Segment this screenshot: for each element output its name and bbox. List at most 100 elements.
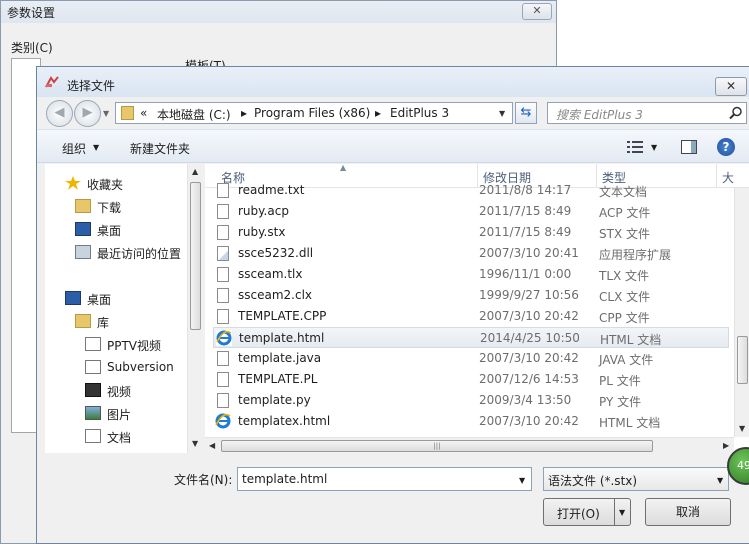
file-icon	[217, 183, 229, 198]
file-type: HTML 文档	[599, 416, 661, 430]
search-icon[interactable]	[729, 106, 743, 120]
file-modified: 2007/3/10 20:42	[479, 351, 579, 365]
ie-icon	[216, 330, 232, 346]
file-modified: 1996/11/1 0:00	[479, 267, 572, 281]
file-row[interactable]: TEMPLATE.PL 2007/12/6 14:53 PL 文件	[213, 369, 729, 390]
library-icon	[75, 314, 91, 328]
file-type: CLX 文件	[599, 290, 651, 304]
file-modified: 2007/3/10 20:42	[479, 414, 579, 428]
open-button-label: 打开(O)	[557, 507, 600, 521]
new-folder-button[interactable]: 新建文件夹	[130, 140, 190, 157]
file-row[interactable]: TEMPLATE.CPP 2007/3/10 20:42 CPP 文件	[213, 306, 729, 327]
preview-pane-icon[interactable]	[681, 140, 697, 154]
cancel-button[interactable]: 取消	[645, 498, 731, 526]
file-icon	[217, 372, 229, 387]
file-type: CPP 文件	[599, 311, 650, 325]
recent-locations-dropdown[interactable]: ▼	[103, 109, 109, 118]
arrow-left-icon: ◀	[54, 105, 65, 120]
file-name: ruby.acp	[238, 204, 289, 218]
file-type: PY 文件	[599, 395, 642, 409]
folder-icon	[121, 106, 134, 120]
help-button[interactable]: ?	[717, 138, 735, 156]
ie-icon	[215, 413, 231, 429]
scroll-left-icon[interactable]: ◀	[209, 441, 215, 450]
scroll-right-icon[interactable]: ▶	[723, 441, 729, 450]
address-separator[interactable]: ▸	[375, 106, 381, 120]
address-segment-drive[interactable]: 本地磁盘 (C:)	[157, 106, 231, 123]
file-icon	[217, 267, 229, 282]
file-name: template.py	[238, 393, 311, 407]
filename-input[interactable]: template.html ▼	[237, 467, 532, 491]
recent-places-icon	[75, 245, 91, 259]
organize-button[interactable]: 组织	[62, 140, 86, 157]
navigation-pane: 收藏夹 下载 桌面 最近访问的位置 桌面 库 PPTV视频 Subversion…	[45, 164, 203, 453]
nav-item-label: 视频	[107, 385, 132, 399]
file-row[interactable]: readme.txt 2011/8/8 14:17 文本文档	[213, 180, 729, 201]
open-button[interactable]: 打开(O) ▼	[543, 498, 631, 526]
file-type: PL 文件	[599, 374, 641, 388]
document-icon	[85, 337, 101, 351]
search-input[interactable]: 搜索 EditPlus 3	[547, 102, 747, 124]
file-row[interactable]: ssce5232.dll 2007/3/10 20:41 应用程序扩展	[213, 243, 729, 264]
background-close-button[interactable]: ✕	[522, 3, 552, 20]
filetype-select[interactable]: 语法文件 (*.stx) ▼	[543, 467, 729, 491]
file-modified: 2011/8/8 14:17	[479, 183, 572, 197]
scroll-thumb[interactable]	[737, 336, 748, 384]
file-row[interactable]: templatex.html 2007/3/10 20:42 HTML 文档	[213, 411, 729, 432]
scroll-thumb[interactable]: |||	[221, 440, 653, 452]
navigation-pane-scrollbar[interactable]: ▲ ▼	[187, 164, 203, 453]
search-placeholder: 搜索 EditPlus 3	[556, 108, 643, 122]
file-name: readme.txt	[238, 183, 305, 197]
filetype-dropdown-icon[interactable]: ▼	[717, 476, 723, 485]
dialog-title: 选择文件	[67, 79, 116, 93]
scroll-thumb[interactable]	[190, 182, 201, 330]
scroll-up-icon[interactable]: ▲	[192, 167, 198, 176]
refresh-button[interactable]: ⇆	[515, 102, 537, 124]
dialog-close-button[interactable]: ✕	[715, 77, 747, 96]
file-icon	[217, 225, 229, 240]
back-button[interactable]: ◀	[46, 100, 73, 127]
file-row[interactable]: template.py 2009/3/4 13:50 PY 文件	[213, 390, 729, 411]
picture-icon	[85, 406, 101, 420]
filename-label: 文件名(N):	[174, 473, 233, 487]
address-bar[interactable]: « 本地磁盘 (C:) ▸ Program Files (x86) ▸ Edit…	[115, 102, 513, 124]
nav-item-label: 文档	[107, 431, 132, 445]
view-options-icon[interactable]	[627, 141, 643, 153]
file-row[interactable]: ssceam.tlx 1996/11/1 0:00 TLX 文件	[213, 264, 729, 285]
scroll-down-icon[interactable]: ▼	[739, 424, 745, 433]
sort-ascending-icon: ▲	[340, 164, 347, 172]
view-dropdown-icon[interactable]: ▼	[651, 143, 657, 152]
file-row[interactable]: ruby.acp 2011/7/15 8:49 ACP 文件	[213, 201, 729, 222]
file-row-selected[interactable]: template.html 2014/4/25 10:50 HTML 文档	[213, 327, 729, 348]
file-name: ssce5232.dll	[238, 246, 314, 260]
filename-dropdown-icon[interactable]: ▼	[519, 476, 525, 485]
file-list-vertical-scrollbar[interactable]: ▼	[734, 188, 749, 437]
file-row[interactable]: ruby.stx 2011/7/15 8:49 STX 文件	[213, 222, 729, 243]
address-dropdown-arrow[interactable]: ▼	[499, 109, 505, 118]
file-type: 文本文档	[599, 185, 648, 199]
command-toolbar: 组织 ▼ 新建文件夹 ▼ ?	[37, 129, 749, 163]
file-type: HTML 文档	[600, 333, 662, 347]
file-type: STX 文件	[599, 227, 650, 241]
file-name: ruby.stx	[238, 225, 286, 239]
file-icon	[217, 204, 229, 219]
file-row[interactable]: ssceam2.clx 1999/9/27 10:56 CLX 文件	[213, 285, 729, 306]
organize-dropdown-icon[interactable]: ▼	[93, 143, 99, 152]
file-list: ▲ 名称 修改日期 类型 大 readme.txt 2011/8/8 14:17…	[205, 164, 749, 453]
dll-icon	[217, 246, 229, 261]
nav-item-label: 桌面	[87, 293, 112, 307]
forward-button[interactable]: ▶	[74, 100, 101, 127]
video-icon	[85, 383, 101, 397]
address-segment-editplus[interactable]: EditPlus 3	[390, 106, 449, 120]
address-separator[interactable]: ▸	[241, 106, 247, 120]
address-prefix[interactable]: «	[140, 106, 147, 120]
file-name: TEMPLATE.PL	[238, 372, 318, 386]
file-modified: 2011/7/15 8:49	[479, 204, 572, 218]
file-icon	[217, 309, 229, 324]
open-options-dropdown-icon[interactable]: ▼	[619, 508, 625, 517]
address-segment-program-files[interactable]: Program Files (x86)	[254, 106, 370, 120]
file-row[interactable]: template.java 2007/3/10 20:42 JAVA 文件	[213, 348, 729, 369]
file-list-horizontal-scrollbar[interactable]: ◀ ||| ▶	[205, 437, 734, 454]
scroll-down-icon[interactable]: ▼	[192, 439, 198, 448]
navigation-bar: ◀ ▶ ▼ « 本地磁盘 (C:) ▸ Program Files (x86) …	[37, 97, 749, 129]
